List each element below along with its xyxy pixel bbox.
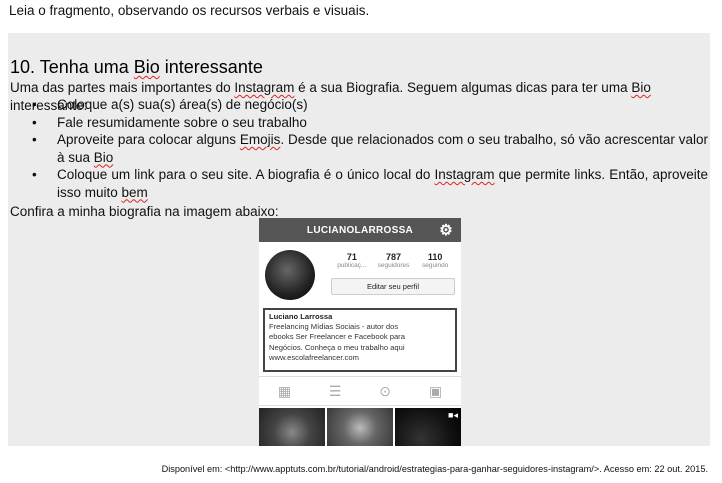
stat-followers: 787 seguidores bbox=[377, 252, 410, 269]
bio-link: www.escolafreelancer.com bbox=[269, 352, 359, 362]
video-icon: ■◂ bbox=[448, 410, 458, 420]
intro-text: Leia o fragmento, observando os recursos… bbox=[9, 3, 370, 18]
edit-profile-button: Editar seu perfil bbox=[331, 278, 455, 295]
profile-header: LUCIANOLARROSSA ⚙ bbox=[259, 218, 461, 242]
bio-line: Freelancing Mídias Sociais - autor dos bbox=[269, 322, 399, 332]
photo-thumbnail: ■◂ bbox=[395, 408, 461, 446]
profile-summary: 71 publicaç... 787 seguidores 110 seguindo … bbox=[259, 242, 461, 308]
profile-username: LUCIANOLARROSSA bbox=[306, 224, 414, 236]
stat-following: 110 seguindo bbox=[421, 252, 449, 269]
list-item: • Coloque um link para o seu site. A biog… bbox=[32, 167, 709, 200]
list-icon: ☰ bbox=[328, 382, 342, 399]
tips-list: • Coloque a(s) sua(s) área(s) de negócio(… bbox=[8, 96, 708, 201]
photo-thumbnail bbox=[259, 408, 325, 446]
article-fragment: 10. Tenha uma Bio interessante Uma das p… bbox=[8, 33, 710, 446]
bio-name: Luciano Larrossa bbox=[269, 312, 333, 321]
profile-stats: 71 publicaç... 787 seguidores 110 seguindo bbox=[331, 252, 456, 269]
profile-view-tabs: ▦ ☰ ⊙ ▣ bbox=[259, 376, 461, 406]
bio-word: Bio bbox=[133, 57, 160, 77]
list-item: • Coloque a(s) sua(s) área(s) de negócio(… bbox=[32, 97, 308, 112]
section-heading: 10. Tenha uma Bio interessante bbox=[10, 57, 263, 77]
bio-line: ebooks Ser Freelancer e Facebook para bbox=[269, 332, 405, 342]
photo-grid: ■◂ bbox=[259, 408, 461, 446]
avatar bbox=[265, 250, 315, 300]
stat-posts: 71 publicaç... bbox=[337, 252, 367, 269]
source-citation: Disponível em: <http://www.apptuts.com.b… bbox=[161, 464, 708, 474]
tagged-icon: ▣ bbox=[428, 382, 443, 399]
list-item: • Fale resumidamente sobre o seu trabalho bbox=[32, 114, 307, 130]
profile-bio: Luciano Larrossa Freelancing Mídias Soci… bbox=[263, 308, 457, 372]
photo-thumbnail bbox=[327, 408, 393, 446]
instagram-profile-screenshot: LUCIANOLARROSSA ⚙ 71 publicaç... 787 segui… bbox=[259, 218, 461, 446]
location-icon: ⊙ bbox=[379, 382, 392, 399]
bio-line: Negócios. Conheça o meu trabalho aqui bbox=[269, 342, 405, 352]
list-item: • Aproveite para colocar alguns Emojis. D… bbox=[32, 132, 708, 165]
gear-icon: ⚙ bbox=[439, 222, 453, 239]
grid-icon: ▦ bbox=[277, 382, 292, 399]
